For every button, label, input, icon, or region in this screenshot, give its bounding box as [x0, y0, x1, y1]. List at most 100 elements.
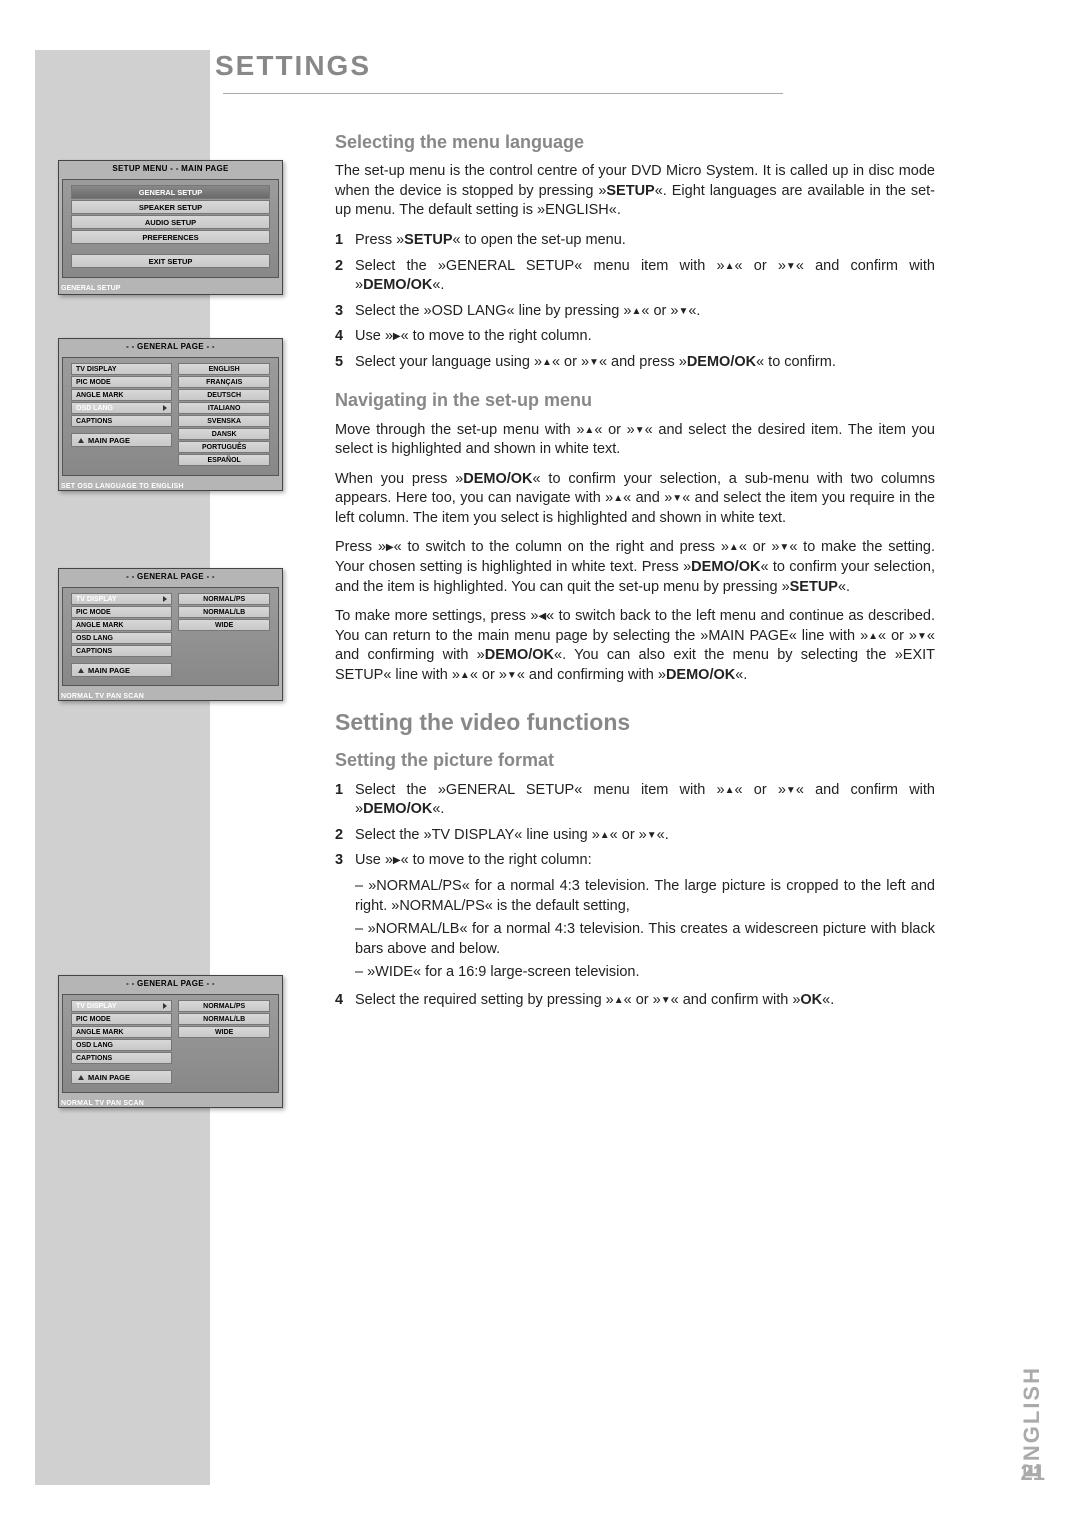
step: 3Select the »OSD LANG« line by pressing …: [335, 302, 935, 322]
menu-item: OSD LANG: [71, 632, 172, 644]
menu-item-selected: TV DISPLAY: [71, 593, 172, 605]
triangle-down-icon: ▼: [661, 994, 671, 1008]
triangle-down-icon: ▼: [589, 356, 599, 370]
arrow-up-icon: [78, 1075, 84, 1080]
step: 2Select the »TV DISPLAY« line using »▲« …: [335, 826, 935, 846]
option-selected: NORMAL/PS: [178, 593, 270, 605]
triangle-up-icon: ▲: [600, 829, 610, 843]
triangle-right-icon: ▶: [393, 330, 401, 344]
option: WIDE: [178, 619, 270, 631]
arrow-up-icon: [78, 438, 84, 443]
step: 4Select the required setting by pressing…: [335, 991, 935, 1011]
chevron-right-icon: [163, 405, 167, 411]
menu-item: PREFERENCES: [71, 230, 270, 244]
triangle-down-icon: ▼: [635, 424, 645, 438]
section-title: Setting the picture format: [335, 748, 935, 772]
menu-item: PIC MODE: [71, 606, 172, 618]
triangle-up-icon: ▲: [542, 356, 552, 370]
osd-title: - - GENERAL PAGE - -: [59, 569, 282, 584]
triangle-down-icon: ▼: [917, 630, 927, 644]
triangle-down-icon: ▼: [678, 305, 688, 319]
osd-footer: SET OSD LANGUAGE TO ENGLISH: [59, 479, 282, 490]
chevron-right-icon: [163, 1003, 167, 1009]
menu-item-selected: TV DISPLAY: [71, 1000, 172, 1012]
menu-item: SPEAKER SETUP: [71, 200, 270, 214]
paragraph: The set-up menu is the control centre of…: [335, 162, 935, 221]
menu-nav: MAIN PAGE: [71, 663, 172, 677]
menu-item: PIC MODE: [71, 376, 172, 388]
section-title: Selecting the menu language: [335, 130, 935, 154]
triangle-up-icon: ▲: [725, 784, 735, 798]
triangle-up-icon: ▲: [460, 669, 470, 683]
triangle-up-icon: ▲: [725, 260, 735, 274]
triangle-down-icon: ▼: [672, 492, 682, 506]
option: WIDE: [178, 1026, 270, 1038]
osd-left-col: TV DISPLAY PIC MODE ANGLE MARK OSD LANG …: [71, 999, 172, 1084]
triangle-down-icon: ▼: [507, 669, 517, 683]
osd-left-col: TV DISPLAY PIC MODE ANGLE MARK OSD LANG …: [71, 362, 172, 467]
header-rule: [223, 93, 783, 94]
menu-item: CAPTIONS: [71, 1052, 172, 1064]
paragraph: Move through the set-up menu with »▲« or…: [335, 421, 935, 460]
step-sub: – »WIDE« for a 16:9 large-screen televis…: [355, 963, 935, 983]
menu-exit: EXIT SETUP: [71, 254, 270, 268]
menu-item: OSD LANG: [71, 1039, 172, 1051]
menu-nav: MAIN PAGE: [71, 433, 172, 447]
arrow-up-icon: [78, 668, 84, 673]
triangle-up-icon: ▲: [614, 994, 624, 1008]
option: FRANÇAIS: [178, 376, 270, 388]
triangle-up-icon: ▲: [631, 305, 641, 319]
triangle-up-icon: ▲: [729, 541, 739, 555]
osd-right-col: ENGLISH FRANÇAIS DEUTSCH ITALIANO SVENSK…: [178, 362, 270, 467]
menu-item: ANGLE MARK: [71, 619, 172, 631]
menu-item: ANGLE MARK: [71, 389, 172, 401]
triangle-up-icon: ▲: [584, 424, 594, 438]
step: 1Select the »GENERAL SETUP« menu item wi…: [335, 781, 935, 820]
option: DANSK: [178, 428, 270, 440]
option: PORTUGUÊS: [178, 441, 270, 453]
menu-item-selected: OSD LANG: [71, 402, 172, 414]
paragraph: Press »▶« to switch to the column on the…: [335, 538, 935, 597]
osd-general-tv-2: - - GENERAL PAGE - - TV DISPLAY PIC MODE…: [58, 975, 283, 1108]
menu-item: TV DISPLAY: [71, 363, 172, 375]
paragraph: To make more settings, press »◀« to swit…: [335, 607, 935, 685]
triangle-up-icon: ▲: [613, 492, 623, 506]
menu-item: ANGLE MARK: [71, 1026, 172, 1038]
option: DEUTSCH: [178, 389, 270, 401]
triangle-right-icon: ▶: [386, 541, 394, 555]
step: 5Select your language using »▲« or »▼« a…: [335, 353, 935, 373]
osd-general-lang: - - GENERAL PAGE - - TV DISPLAY PIC MODE…: [58, 338, 283, 491]
triangle-down-icon: ▼: [779, 541, 789, 555]
step: 2Select the »GENERAL SETUP« menu item wi…: [335, 257, 935, 296]
triangle-up-icon: ▲: [868, 630, 878, 644]
menu-item: CAPTIONS: [71, 415, 172, 427]
option-selected: NORMAL/PS: [178, 1000, 270, 1012]
option: ESPAÑOL: [178, 454, 270, 466]
step: 3Use »▶« to move to the right column:: [335, 851, 935, 871]
option: ITALIANO: [178, 402, 270, 414]
osd-right-col: NORMAL/PS NORMAL/LB WIDE: [178, 999, 270, 1084]
osd-left-col: TV DISPLAY PIC MODE ANGLE MARK OSD LANG …: [71, 592, 172, 677]
option: NORMAL/LB: [178, 606, 270, 618]
chevron-right-icon: [163, 596, 167, 602]
osd-body: TV DISPLAY PIC MODE ANGLE MARK OSD LANG …: [62, 587, 279, 686]
option-selected: ENGLISH: [178, 363, 270, 375]
option: SVENSKA: [178, 415, 270, 427]
step: 4Use »▶« to move to the right column.: [335, 327, 935, 347]
osd-title: SETUP MENU - - MAIN PAGE: [59, 161, 282, 176]
manual-page: SETTINGS SETUP MENU - - MAIN PAGE GENERA…: [0, 0, 1080, 1526]
page-header: SETTINGS: [215, 50, 935, 114]
header-text: SETTINGS: [215, 50, 371, 81]
menu-item: PIC MODE: [71, 1013, 172, 1025]
menu-item: AUDIO SETUP: [71, 215, 270, 229]
triangle-left-icon: ◀: [538, 610, 546, 624]
step-sub: – »NORMAL/PS« for a normal 4:3 televisio…: [355, 877, 935, 916]
osd-body: TV DISPLAY PIC MODE ANGLE MARK OSD LANG …: [62, 357, 279, 476]
osd-main-page: SETUP MENU - - MAIN PAGE GENERAL SETUP S…: [58, 160, 283, 295]
osd-right-col: NORMAL/PS NORMAL/LB WIDE: [178, 592, 270, 677]
menu-item: CAPTIONS: [71, 645, 172, 657]
osd-status: GENERAL SETUP: [59, 281, 282, 294]
menu-nav: MAIN PAGE: [71, 1070, 172, 1084]
main-content: Selecting the menu language The set-up m…: [335, 130, 935, 1016]
triangle-down-icon: ▼: [786, 260, 796, 274]
